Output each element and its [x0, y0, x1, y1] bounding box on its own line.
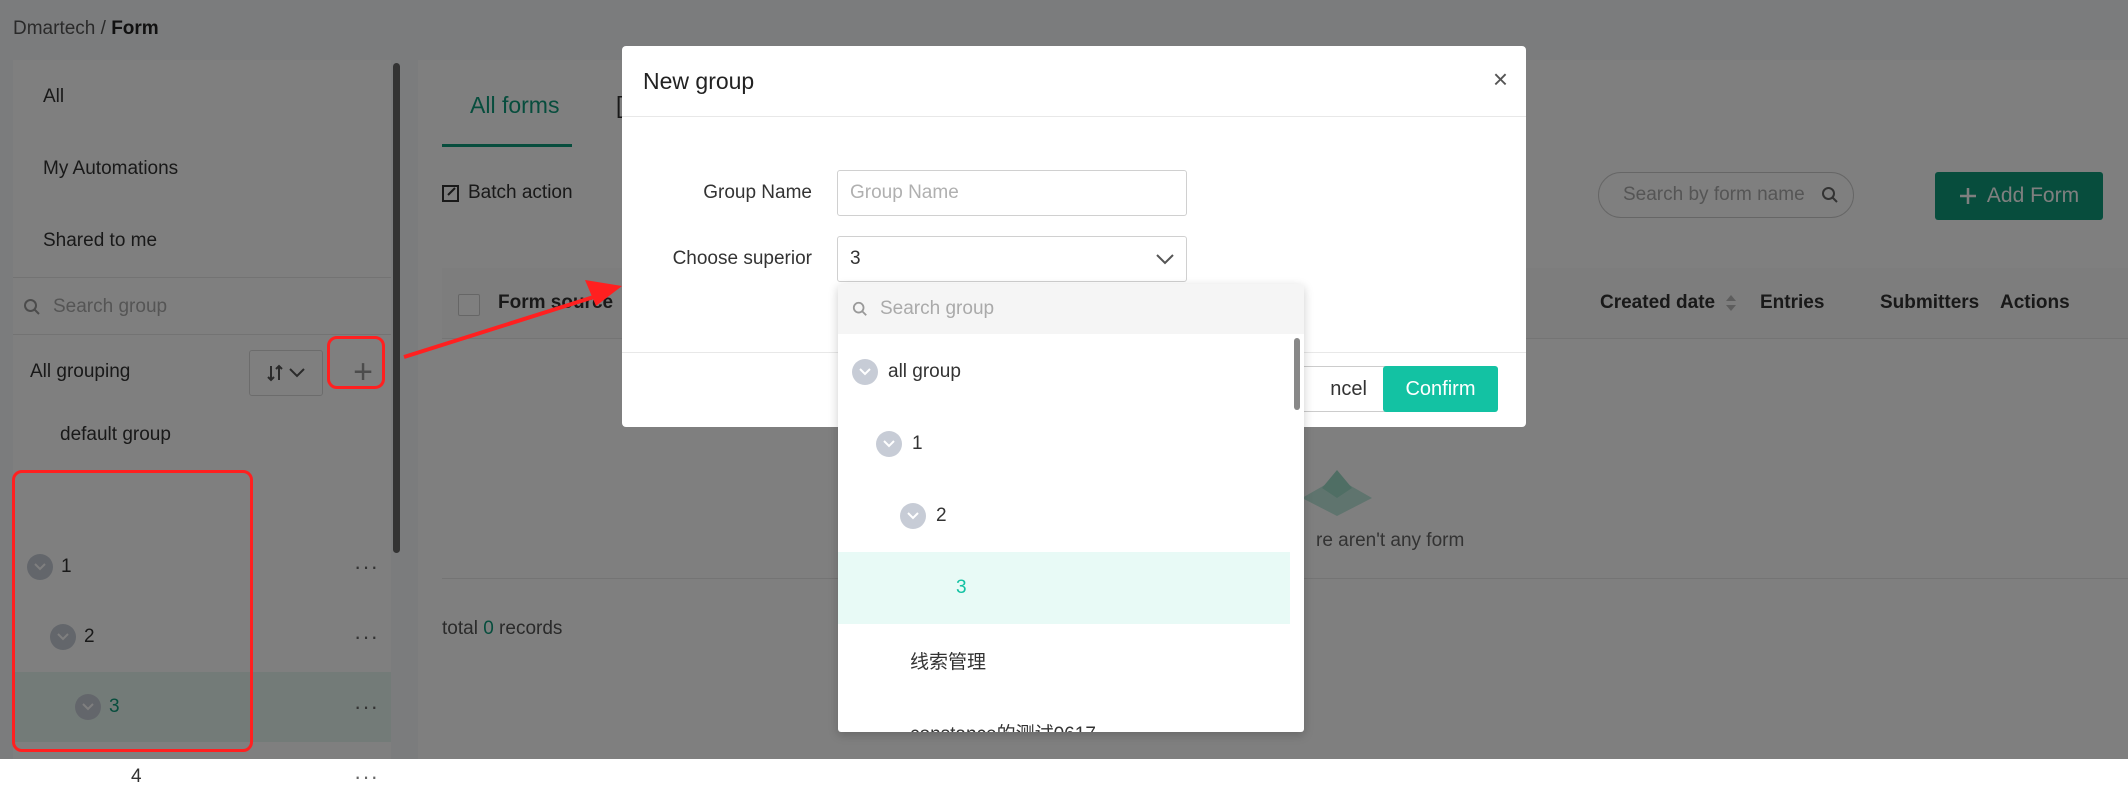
tree-item-label: 4	[131, 766, 142, 787]
more-icon[interactable]: ···	[354, 764, 379, 790]
annotation-arrow	[403, 280, 622, 359]
app-page: Dmartech / Form All My Automations Share…	[0, 0, 2128, 789]
